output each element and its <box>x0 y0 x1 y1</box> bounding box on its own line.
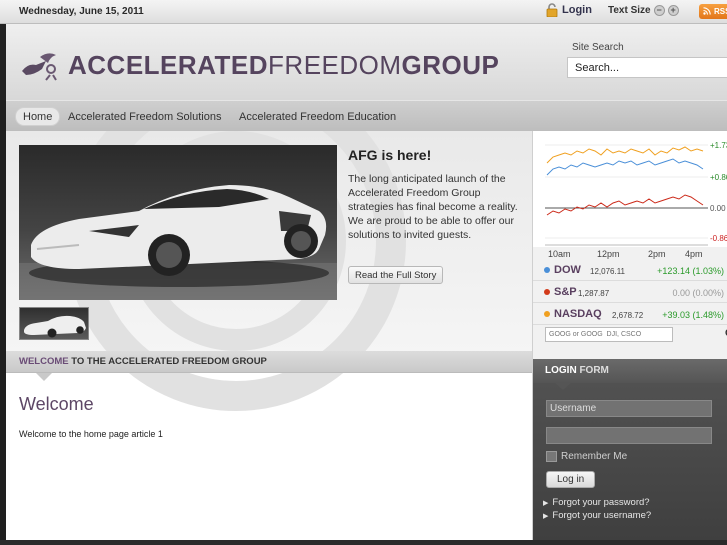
text-size-label: Text Size <box>608 5 651 16</box>
ticker-name: NASDAQ <box>554 308 602 320</box>
top-utility-bar: Wednesday, June 15, 2011 Login Text Size… <box>0 0 727 24</box>
nasdaq-dot <box>544 311 550 317</box>
login-form-header-rest: FORM <box>576 365 609 376</box>
bottom-frame <box>0 540 727 545</box>
ticker-name: S&P <box>554 286 577 298</box>
afg-logo-icon[interactable] <box>20 49 62 81</box>
login-form-header: LOGIN FORM <box>533 359 727 383</box>
orange-series-line <box>546 146 704 164</box>
search-input[interactable] <box>567 57 727 78</box>
remember-me[interactable]: Remember Me <box>546 451 627 462</box>
dow-dot <box>544 267 550 273</box>
remember-me-checkbox[interactable] <box>546 451 557 462</box>
current-date: Wednesday, June 15, 2011 <box>19 6 144 17</box>
logo-word-group: GROUP <box>401 50 500 80</box>
x-label-12pm: 12pm <box>597 249 620 259</box>
login-label: Login <box>562 4 592 16</box>
ticker-change-amount: 0.00 <box>672 288 690 298</box>
article-text: Welcome to the home page article 1 <box>19 429 163 439</box>
padlock-icon <box>546 3 558 18</box>
white-sports-car-photo[interactable] <box>19 145 337 300</box>
x-label-10am: 10am <box>548 249 571 259</box>
site-header: ACCELERATEDFREEDOMGROUP Site Search <box>0 24 727 100</box>
feature-slideshow: AFG is here! The long anticipated launch… <box>6 131 532 411</box>
triangle-right-icon: ▶ <box>543 513 549 520</box>
ticker-change-amount: +123.14 <box>657 266 690 276</box>
nav-item-solutions[interactable]: Accelerated Freedom Solutions <box>68 107 221 126</box>
rss-button[interactable]: RSS <box>699 4 727 19</box>
log-in-button[interactable]: Log in <box>546 471 596 488</box>
welcome-banner-highlight: WELCOME <box>19 356 69 367</box>
nav-item-education[interactable]: Accelerated Freedom Education <box>239 107 396 126</box>
ticker-change-amount: +39.03 <box>662 310 690 320</box>
ticker-row-nasdaq[interactable]: NASDAQ 2,678.72 +39.03 (1.48%) <box>533 303 727 325</box>
quote-lookup-input[interactable] <box>545 327 673 342</box>
ticker-change-pct: (1.03%) <box>692 266 724 276</box>
forgot-password-link[interactable]: ▶ Forgot your password? <box>543 497 650 508</box>
feature-body: The long anticipated launch of the Accel… <box>348 173 518 241</box>
ticker-row-dow[interactable]: DOW 12,076.11 +123.14 (1.03%) <box>533 259 727 281</box>
blue-series-line <box>546 158 704 176</box>
login-form: LOGIN FORM Remember Me Log in ▶Forgot yo… <box>533 359 727 540</box>
right-sidebar: +1.73 +0.86 0.00 -0.86 10am 12pm 2pm 4pm… <box>532 131 727 540</box>
market-ticker: DOW 12,076.11 +123.14 (1.03%) S&P 1,287.… <box>533 259 727 325</box>
ticker-value: 1,287.87 <box>578 289 610 298</box>
forgot-username-label: Forgot your username? <box>552 510 652 521</box>
main-content: AFG is here! The long anticipated launch… <box>6 131 532 540</box>
username-field[interactable] <box>546 400 712 417</box>
y-label-lower: -0.86 <box>710 234 727 243</box>
y-label-zero: 0.00 <box>710 204 726 213</box>
welcome-banner-arrow <box>36 373 52 381</box>
password-field[interactable] <box>546 427 712 444</box>
ticker-name: DOW <box>554 264 581 276</box>
ticker-change-pct: (0.00%) <box>692 288 724 298</box>
ticker-value: 2,678.72 <box>612 311 644 320</box>
logo-word-accelerated: ACCELERATED <box>68 50 269 80</box>
ticker-change: +123.14 (1.03%) <box>657 266 724 276</box>
market-chart-graphic <box>545 144 708 246</box>
plus-circle-icon[interactable]: + <box>667 5 679 16</box>
forgot-username-link[interactable]: ▶ Forgot your username? <box>543 510 651 521</box>
welcome-banner: WELCOME TO THE ACCELERATED FREEDOM GROUP <box>6 351 532 373</box>
ticker-row-sp[interactable]: S&P 1,287.87 0.00 (0.00%) <box>533 281 727 303</box>
triangle-right-icon: ▶ <box>543 500 549 507</box>
x-label-2pm: 2pm <box>648 249 666 259</box>
sp-dot <box>544 289 550 295</box>
main-navigation: Home Accelerated Freedom Solutions Accel… <box>6 100 727 131</box>
ticker-value: 12,076.11 <box>590 267 625 276</box>
login-form-header-bold: LOGIN <box>545 365 577 376</box>
minus-circle-icon[interactable]: − <box>653 5 665 16</box>
logo-word-freedom: FREEDOM <box>268 50 402 80</box>
rss-label: RSS <box>714 7 727 16</box>
x-label-4pm: 4pm <box>685 249 703 259</box>
ticker-change: 0.00 (0.00%) <box>672 288 724 298</box>
y-label-upper: +0.86 <box>710 173 727 182</box>
white-sports-car-thumbnail[interactable] <box>19 307 89 340</box>
site-logo-text[interactable]: ACCELERATEDFREEDOMGROUP <box>68 50 499 81</box>
login-link[interactable]: Login <box>546 3 592 18</box>
forgot-password-label: Forgot your password? <box>552 497 650 508</box>
login-form-header-arrow <box>555 383 571 390</box>
article-title: Welcome <box>19 394 94 414</box>
text-size-control: Text Size − + <box>608 5 679 16</box>
nav-item-home[interactable]: Home <box>15 107 61 126</box>
ticker-change-pct: (1.48%) <box>692 310 724 320</box>
search-label: Site Search <box>572 42 624 53</box>
red-series-line <box>546 194 704 216</box>
rss-icon <box>703 6 711 17</box>
feature-title[interactable]: AFG is here! <box>348 147 431 163</box>
y-label-top: +1.73 <box>710 141 727 150</box>
welcome-banner-text: TO THE ACCELERATED FREEDOM GROUP <box>68 356 267 367</box>
read-full-story-button[interactable]: Read the Full Story <box>348 266 444 284</box>
market-chart: +1.73 +0.86 0.00 -0.86 10am 12pm 2pm 4pm <box>533 131 727 259</box>
remember-me-label: Remember Me <box>561 451 628 462</box>
ticker-change: +39.03 (1.48%) <box>662 310 724 320</box>
